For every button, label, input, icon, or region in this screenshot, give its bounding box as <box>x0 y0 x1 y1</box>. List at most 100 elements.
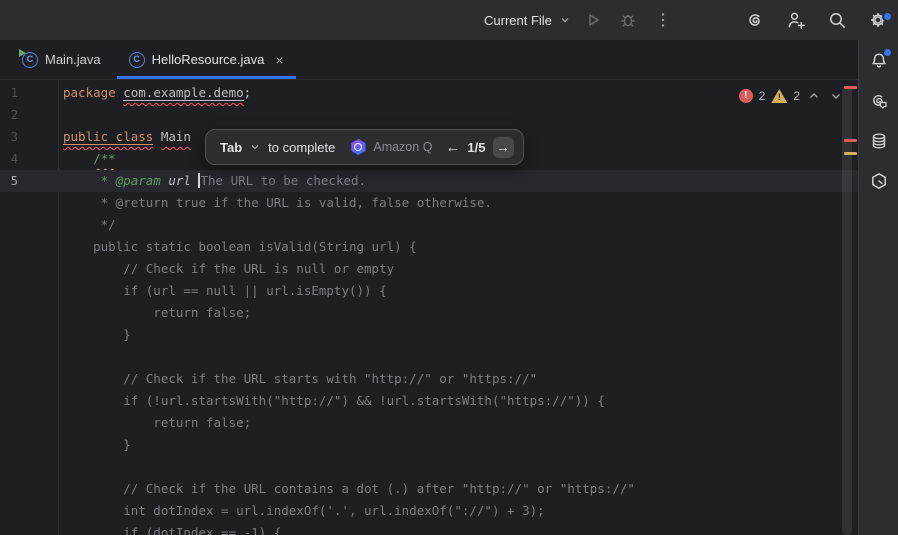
code-line[interactable] <box>0 346 858 368</box>
code-text: // Check if the URL is null or empty <box>63 258 394 280</box>
code-line[interactable]: int dotIndex = url.indexOf('.', url.inde… <box>0 500 858 522</box>
code-editor[interactable]: 1 package com.example.demo; 23 public class… <box>0 80 858 535</box>
settings-notification-dot <box>882 11 893 22</box>
code-line[interactable]: */ <box>0 214 858 236</box>
kebab-menu-icon <box>653 10 673 30</box>
code-text: public class Main <box>63 126 191 148</box>
code-text: return false; <box>63 302 251 324</box>
line-number[interactable] <box>0 478 18 500</box>
code-line[interactable]: 5 * @param url The URL to be checked. <box>0 170 858 192</box>
more-options-button[interactable] <box>649 6 677 34</box>
line-number[interactable] <box>0 434 18 456</box>
code-text: public static boolean isValid(String url… <box>63 236 417 258</box>
error-icon: ! <box>739 89 753 103</box>
sidebar-item-ai-assistant[interactable] <box>867 89 891 113</box>
code-line[interactable]: // Check if the URL contains a dot (.) a… <box>0 478 858 500</box>
notification-dot <box>882 47 893 58</box>
previous-suggestion-button[interactable]: ← <box>445 139 460 156</box>
run-configuration-dropdown[interactable]: Current File <box>484 13 572 28</box>
debug-button[interactable] <box>614 6 642 34</box>
ide-window: Current File <box>0 0 898 535</box>
code-line[interactable]: public static boolean isValid(String url… <box>0 236 858 258</box>
line-number[interactable] <box>0 522 18 535</box>
hexagon-build-icon <box>869 171 889 191</box>
warning-icon: ! <box>771 89 787 103</box>
tab-label: HelloResource.java <box>152 52 265 67</box>
line-number[interactable]: 4 <box>0 148 18 170</box>
run-configuration-label: Current File <box>484 13 552 28</box>
search-icon <box>827 10 847 30</box>
warning-stripe-mark[interactable] <box>844 152 857 155</box>
run-overlay-icon <box>19 49 26 57</box>
line-number[interactable] <box>0 368 18 390</box>
chevron-down-icon <box>558 13 572 27</box>
close-tab-icon[interactable]: × <box>275 53 283 67</box>
next-problem-button[interactable] <box>828 88 844 104</box>
completion-hint-label: to complete <box>268 140 335 155</box>
code-text: // Check if the URL contains a dot (.) a… <box>63 478 635 500</box>
play-icon <box>583 10 603 30</box>
right-tool-sidebar <box>858 40 898 535</box>
editor-tab-bar: C Main.java C HelloResource.java × <box>0 40 858 80</box>
run-button[interactable] <box>579 6 607 34</box>
code-text: } <box>63 434 131 456</box>
code-line[interactable] <box>0 456 858 478</box>
code-line[interactable]: return false; <box>0 412 858 434</box>
code-text: package com.example.demo; <box>63 82 251 104</box>
line-number[interactable] <box>0 390 18 412</box>
code-text: if (url == null || url.isEmpty()) { <box>63 280 387 302</box>
bug-icon <box>618 10 638 30</box>
line-number[interactable] <box>0 324 18 346</box>
next-suggestion-button[interactable]: → <box>493 137 514 158</box>
line-number[interactable]: 1 <box>0 82 18 104</box>
ai-assistant-button[interactable] <box>741 6 769 34</box>
line-number[interactable] <box>0 500 18 522</box>
code-line[interactable]: } <box>0 324 858 346</box>
code-text: if (!url.startsWith("http://") && !url.s… <box>63 390 605 412</box>
line-number[interactable] <box>0 214 18 236</box>
code-line[interactable]: * @return true if the URL is valid, fals… <box>0 192 858 214</box>
code-line[interactable]: 2 <box>0 104 858 126</box>
java-class-icon: C <box>129 52 145 68</box>
code-line[interactable]: // Check if the URL starts with "http://… <box>0 368 858 390</box>
chevron-down-icon[interactable] <box>249 141 261 153</box>
code-line[interactable]: 1 package com.example.demo; <box>0 82 858 104</box>
code-text: /** <box>63 148 116 170</box>
sidebar-item-notifications[interactable] <box>867 49 891 73</box>
ai-chat-icon <box>869 91 889 111</box>
line-number[interactable]: 2 <box>0 104 18 126</box>
line-number[interactable] <box>0 258 18 280</box>
code-line[interactable]: // Check if the URL is null or empty <box>0 258 858 280</box>
line-number[interactable]: 3 <box>0 126 18 148</box>
error-stripe-mark[interactable] <box>844 86 857 89</box>
database-icon <box>869 131 889 151</box>
line-number[interactable] <box>0 236 18 258</box>
code-with-me-button[interactable] <box>782 6 810 34</box>
code-text: */ <box>63 214 116 236</box>
code-line[interactable]: if (!url.startsWith("http://") && !url.s… <box>0 390 858 412</box>
search-everywhere-button[interactable] <box>823 6 851 34</box>
error-stripe-mark[interactable] <box>844 139 857 142</box>
settings-button[interactable] <box>864 6 892 34</box>
sidebar-item-database[interactable] <box>867 129 891 153</box>
sidebar-item-build-tool[interactable] <box>867 169 891 193</box>
tab-main-java[interactable]: C Main.java <box>8 40 115 79</box>
line-number[interactable]: 5 <box>0 170 18 192</box>
tab-helloresource-java[interactable]: C HelloResource.java × <box>115 40 298 79</box>
code-line[interactable]: return false; <box>0 302 858 324</box>
code-line[interactable]: } <box>0 434 858 456</box>
line-number[interactable] <box>0 412 18 434</box>
code-text: return false; <box>63 412 251 434</box>
add-user-icon <box>786 10 806 30</box>
line-number[interactable] <box>0 192 18 214</box>
inspections-widget[interactable]: ! 2 ! 2 <box>739 86 844 106</box>
line-number[interactable] <box>0 280 18 302</box>
line-number[interactable] <box>0 302 18 324</box>
tab-key-label: Tab <box>220 140 242 155</box>
code-text: int dotIndex = url.indexOf('.', url.inde… <box>63 500 545 522</box>
previous-problem-button[interactable] <box>806 88 822 104</box>
code-line[interactable]: if (url == null || url.isEmpty()) { <box>0 280 858 302</box>
line-number[interactable] <box>0 456 18 478</box>
code-line[interactable]: if (dotIndex == -1) { <box>0 522 858 535</box>
line-number[interactable] <box>0 346 18 368</box>
